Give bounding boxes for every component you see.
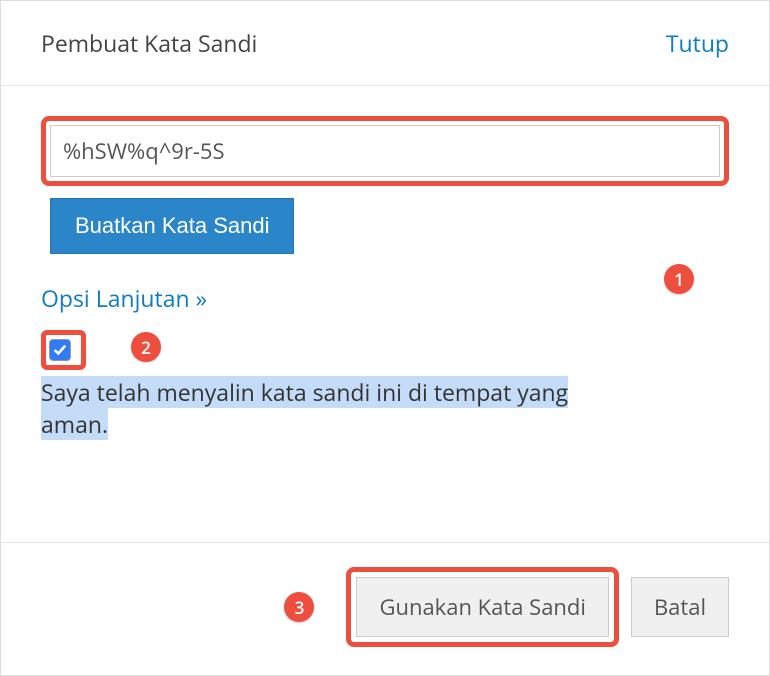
- close-link[interactable]: Tutup: [666, 27, 729, 59]
- modal-footer: 3 Gunakan Kata Sandi Batal: [1, 542, 769, 675]
- modal-body: 1 Buatkan Kata Sandi Opsi Lanjutan » 2 S…: [1, 86, 769, 542]
- modal-title: Pembuat Kata Sandi: [41, 27, 257, 59]
- annotation-badge-1: 1: [664, 264, 694, 294]
- use-password-highlight: Gunakan Kata Sandi: [346, 567, 618, 647]
- confirm-row: 2 Saya telah menyalin kata sandi ini di …: [41, 330, 729, 440]
- password-input[interactable]: [50, 125, 720, 177]
- generate-password-button[interactable]: Buatkan Kata Sandi: [50, 198, 294, 254]
- checkbox-highlight: [41, 330, 86, 370]
- advanced-options-link[interactable]: Opsi Lanjutan »: [41, 282, 207, 314]
- confirm-text-line2: aman.: [41, 408, 108, 440]
- confirm-label: Saya telah menyalin kata sandi ini di te…: [41, 376, 729, 440]
- annotation-badge-3: 3: [284, 592, 314, 622]
- use-password-button[interactable]: Gunakan Kata Sandi: [356, 577, 608, 637]
- password-generator-modal: Pembuat Kata Sandi Tutup 1 Buatkan Kata …: [0, 0, 770, 676]
- confirm-checkbox[interactable]: [49, 339, 71, 361]
- password-field-highlight: [41, 116, 729, 186]
- modal-header: Pembuat Kata Sandi Tutup: [1, 1, 769, 86]
- check-icon: [53, 343, 67, 357]
- confirm-text-line1: Saya telah menyalin kata sandi ini di te…: [41, 376, 568, 408]
- annotation-badge-2: 2: [131, 332, 161, 362]
- cancel-button[interactable]: Batal: [631, 577, 729, 637]
